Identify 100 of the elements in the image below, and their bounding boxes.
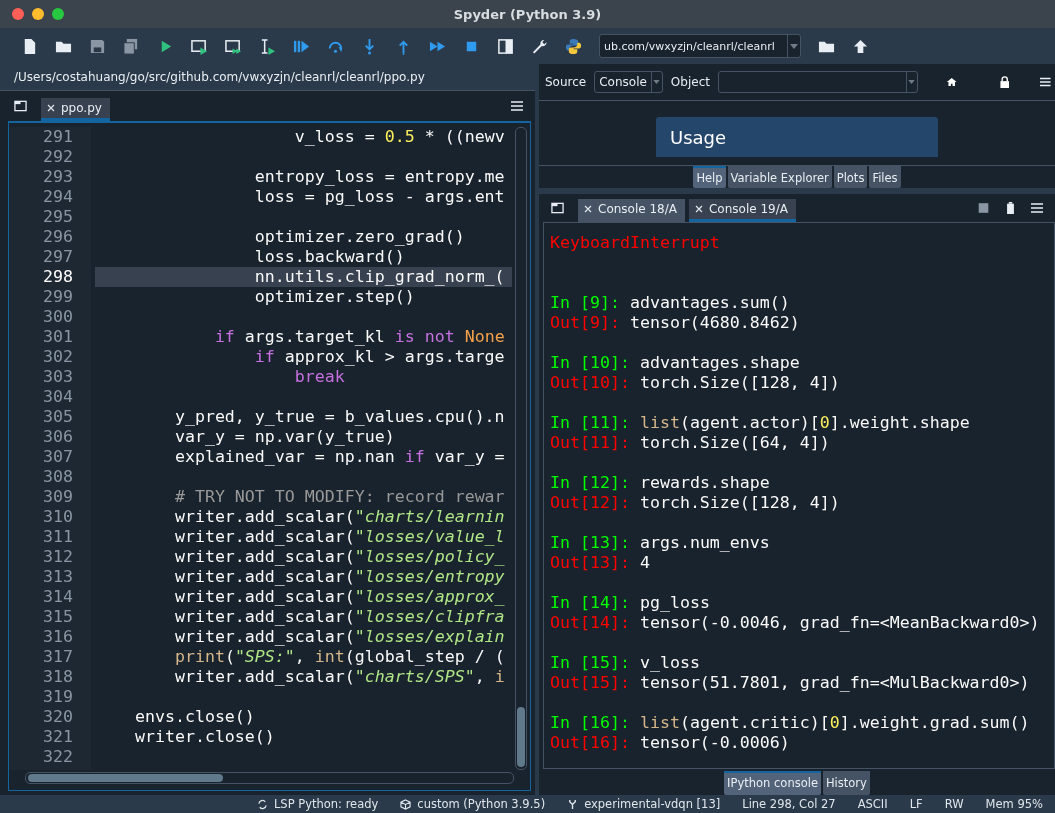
line-number: 299 (42, 287, 74, 307)
line-number: 313 (42, 567, 74, 587)
status-item: Mem 95% (985, 797, 1043, 811)
browse-tabs-icon[interactable] (551, 202, 564, 214)
minimize-window-icon[interactable] (32, 8, 44, 20)
menu-icon[interactable] (1031, 203, 1043, 213)
working-directory-field[interactable]: ub.com/vwxyzjn/cleanrl/cleanrl (599, 34, 801, 58)
scrollbar-thumb[interactable] (28, 774, 223, 782)
file-path: /Users/costahuang/go/src/github.com/vwxyzjn/cleanrl/cleanrl/ppo.py (14, 70, 425, 84)
home-icon[interactable] (945, 76, 957, 88)
line-number: 297 (42, 247, 74, 267)
code-line: writer.add_scalar("charts/SPS", i (173, 667, 505, 686)
maximize-pane-icon[interactable] (497, 37, 514, 55)
window-title: Spyder (Python 3.9) (453, 6, 602, 22)
pane-tab[interactable]: Help (693, 166, 726, 188)
code-line: writer.close() (133, 727, 275, 746)
console-tab[interactable]: Console 18/A (578, 199, 685, 222)
line-number: 318 (42, 667, 74, 687)
clear-console-icon[interactable] (1004, 202, 1017, 214)
line-number: 321 (42, 727, 74, 747)
source-dropdown[interactable]: Console (594, 71, 663, 93)
browse-tabs-icon[interactable] (14, 100, 27, 112)
line-number: 291 (42, 127, 74, 147)
line-number: 320 (42, 707, 74, 727)
cube-icon (400, 798, 412, 810)
code-line: envs.close() (133, 707, 255, 726)
close-icon[interactable] (695, 205, 703, 213)
run-cell-icon[interactable] (191, 37, 208, 55)
line-number: 322 (42, 747, 74, 767)
dropdown-arrow-icon (908, 80, 916, 84)
line-number: 319 (42, 687, 74, 707)
line-number: 292 (42, 147, 74, 167)
run-cell-advance-icon[interactable] (225, 37, 242, 55)
settings-icon[interactable] (531, 37, 548, 55)
close-icon[interactable] (47, 104, 55, 112)
console-output-text: Out[10]: torch.Size([128, 4]) (550, 373, 841, 393)
pane-tab[interactable]: Variable Explorer (727, 166, 832, 188)
save-all-icon[interactable] (123, 37, 140, 55)
line-number: 308 (42, 467, 74, 487)
code-line: nn.utils.clip_grad_norm_( (253, 267, 505, 286)
console-command-text: In [10]: advantages.shape (550, 353, 801, 373)
code-line: print("SPS:", int(global_step / ( (173, 647, 505, 666)
object-field[interactable] (717, 71, 918, 93)
branch-icon (567, 798, 579, 810)
line-number: 294 (42, 187, 74, 207)
save-icon[interactable] (89, 37, 106, 55)
status-item: experimental-vdqn [13] (584, 797, 721, 811)
menu-icon[interactable] (511, 101, 523, 111)
zoom-window-icon[interactable] (52, 8, 64, 20)
status-item: RW (944, 797, 964, 811)
code-line: y_pred, y_true = b_values.cpu().n (173, 407, 505, 426)
line-number: 309 (42, 487, 74, 507)
line-number: 306 (42, 427, 74, 447)
run-selection-icon[interactable] (259, 37, 276, 55)
pane-tab[interactable]: History (822, 771, 870, 795)
vertical-scrollbar[interactable] (515, 127, 527, 770)
close-window-icon[interactable] (12, 8, 24, 20)
object-label: Object (670, 75, 710, 89)
line-number: 317 (42, 647, 74, 667)
code-line: explained_var = np.nan if var_y = (173, 447, 505, 466)
code-line: # TRY NOT TO MODIFY: record rewar (173, 487, 505, 506)
close-icon[interactable] (584, 205, 592, 213)
status-item: LF (909, 797, 923, 811)
menu-icon[interactable] (1040, 77, 1051, 87)
file-tab[interactable]: ppo.py (41, 98, 110, 121)
status-item: LSP Python: ready (273, 797, 379, 811)
console-command-text: In [11]: list(agent.actor)[0].weight.shape (550, 413, 971, 433)
console-command-text: In [14]: pg_loss (550, 593, 711, 613)
line-number: 300 (42, 307, 74, 327)
code-line: writer.add_scalar("losses/approx_ (173, 587, 505, 606)
code-line: if approx_kl > args.targe (253, 347, 505, 366)
dropdown-arrow-icon (790, 43, 798, 49)
code-line: writer.add_scalar("losses/explain (173, 627, 505, 646)
console-tab[interactable]: Console 19/A (689, 199, 796, 222)
stop-icon[interactable] (977, 202, 990, 214)
line-number: 295 (42, 207, 74, 227)
lock-icon[interactable] (999, 76, 1011, 88)
logo-icon[interactable] (565, 37, 582, 55)
pane-tab[interactable]: IPython console (724, 771, 821, 795)
horizontal-scrollbar[interactable] (25, 772, 514, 784)
pane-tab[interactable]: Files (869, 166, 901, 188)
status-item: ASCII (857, 797, 888, 811)
pane-tab[interactable]: Plots (833, 166, 868, 188)
code-line: v_loss = 0.5 * ((newv (293, 127, 505, 146)
console-output-text: Out[12]: torch.Size([128, 4]) (550, 493, 841, 513)
line-number: 314 (42, 587, 74, 607)
line-number: 302 (42, 347, 74, 367)
line-number: 301 (42, 327, 74, 347)
line-number: 293 (42, 167, 74, 187)
scrollbar-thumb[interactable] (517, 707, 525, 767)
console-output-text: Out[16]: tensor(-0.0006) (550, 733, 791, 753)
line-number: 311 (42, 527, 74, 547)
up-arrow-icon[interactable] (852, 37, 869, 55)
console-command-text: In [9]: advantages.sum() (550, 293, 791, 313)
console-output-text: Out[15]: tensor(51.7801, grad_fn=<MulBackward0>) (550, 673, 1031, 693)
code-line: writer.add_scalar("charts/learnin (173, 507, 505, 526)
console-output-text: Out[13]: 4 (550, 553, 651, 573)
console-command-text: In [12]: rewards.shape (550, 473, 771, 493)
code-line: loss = pg_loss - args.ent (253, 187, 505, 206)
code-line: var_y = np.var(y_true) (173, 427, 395, 446)
